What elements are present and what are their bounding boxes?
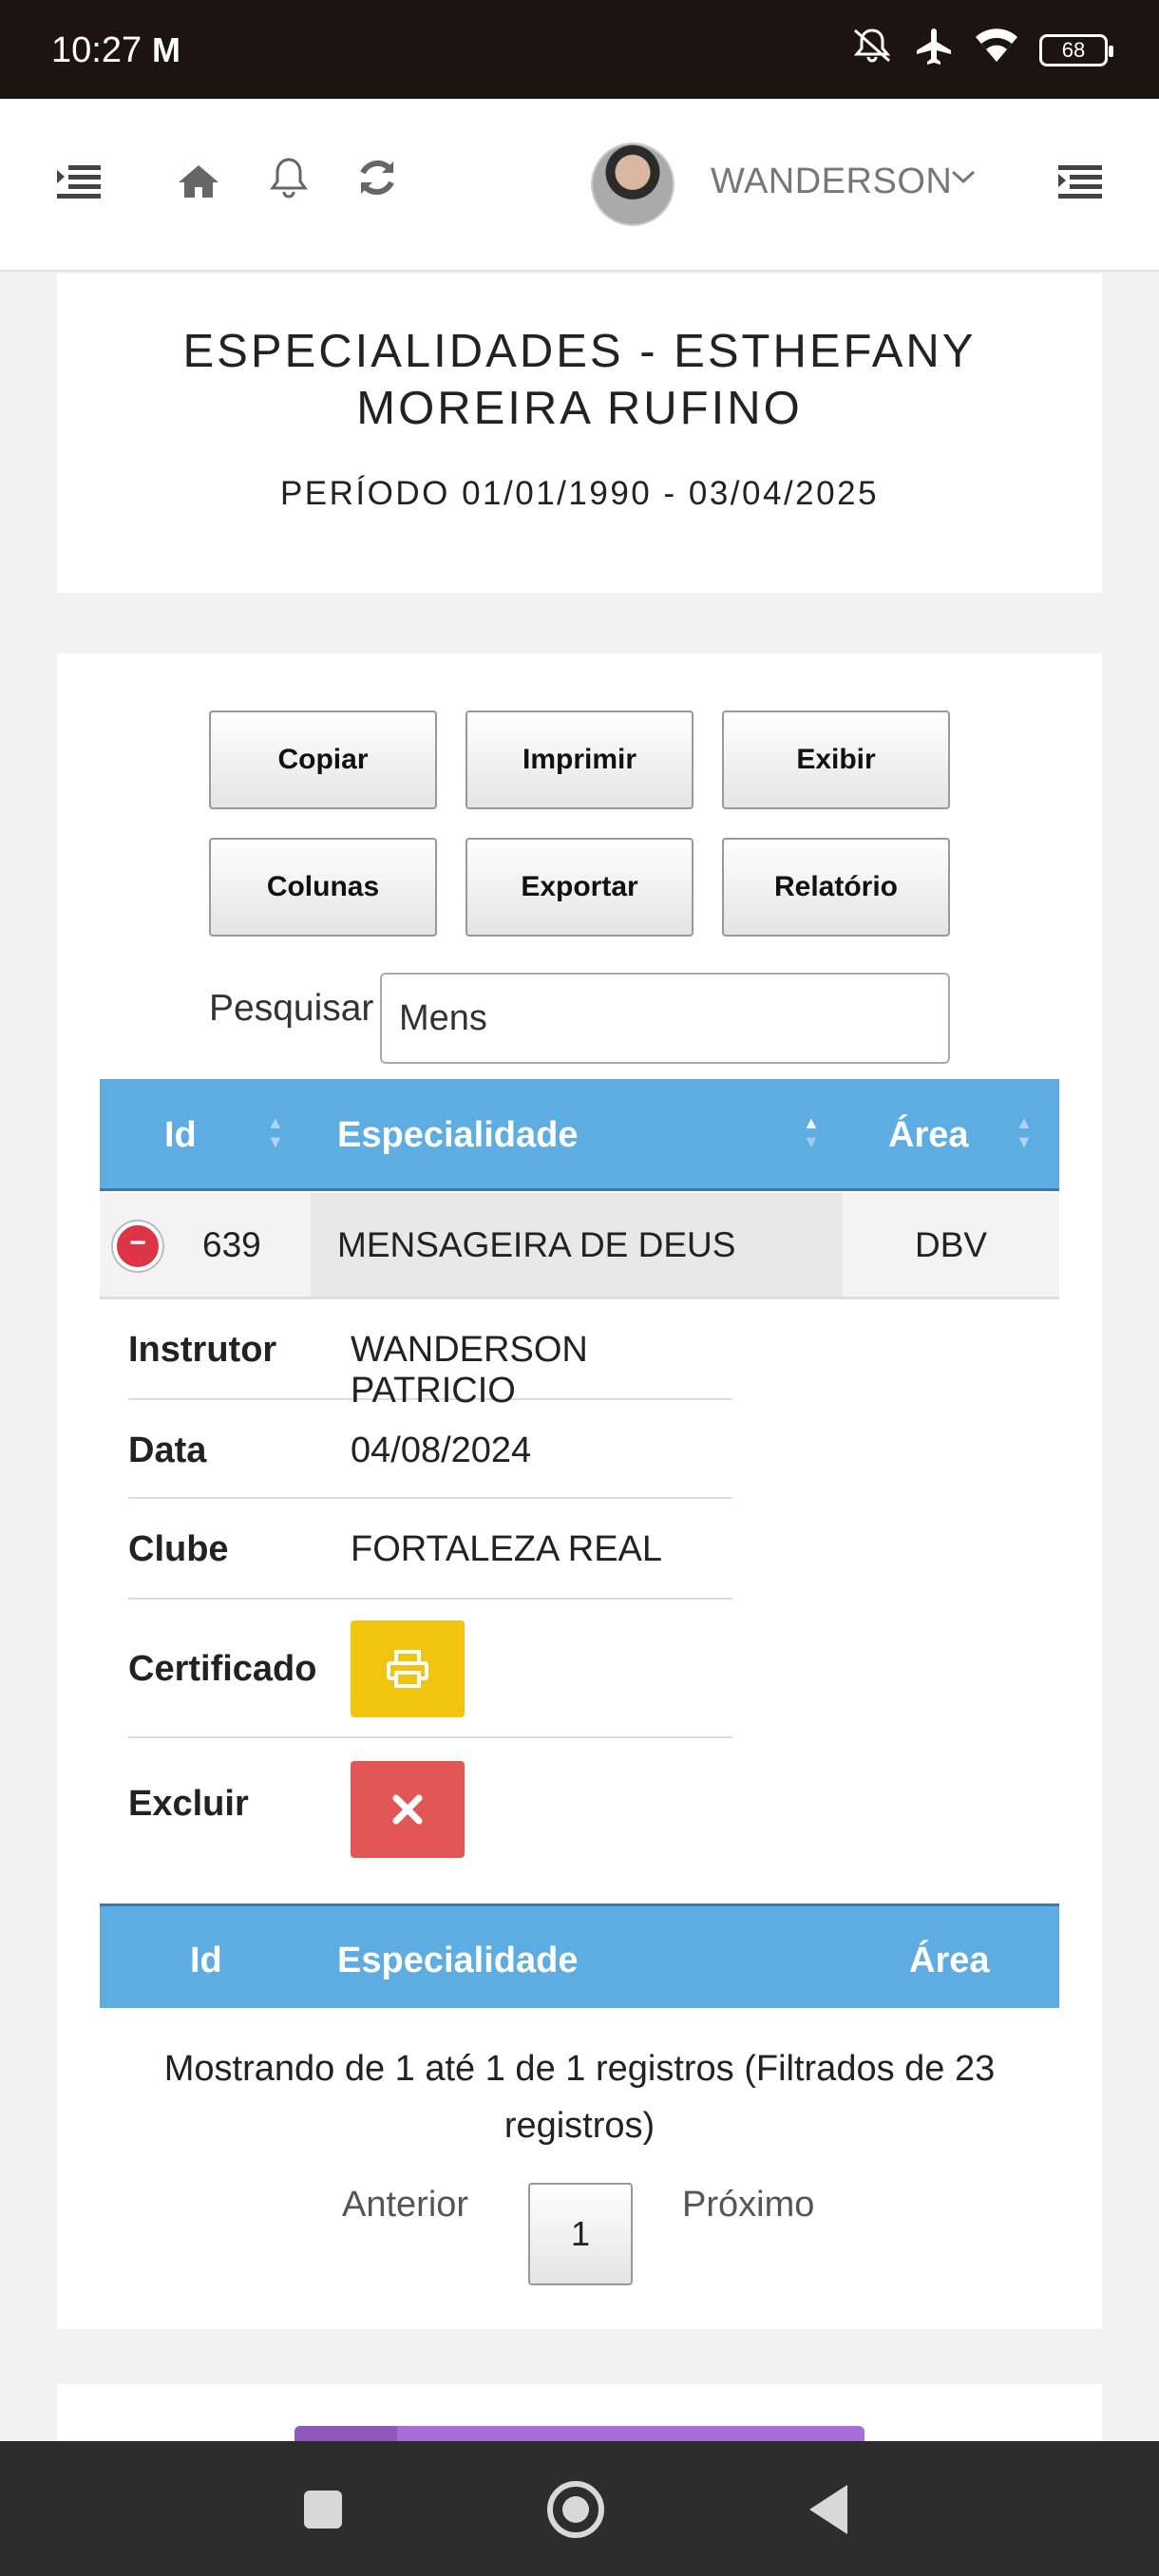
detail-certificado: Certificado xyxy=(128,1600,732,1738)
cell-area: DBV xyxy=(915,1225,988,1264)
detail-label: Instrutor xyxy=(128,1330,277,1370)
cell-especialidade: MENSAGEIRA DE DEUS xyxy=(337,1225,736,1264)
previous-button[interactable]: Anterior xyxy=(342,2185,468,2226)
wifi-icon xyxy=(975,28,1018,73)
search-input[interactable] xyxy=(380,973,950,1064)
avatar[interactable] xyxy=(591,142,674,226)
detail-instrutor: Instrutor WANDERSON PATRICIO xyxy=(128,1299,732,1411)
table-footer: Id Especialidade Área xyxy=(100,1904,1059,2008)
system-navbar xyxy=(0,2441,1159,2576)
top-navbar: WANDERSON xyxy=(0,99,1159,272)
detail-label: Excluir xyxy=(128,1784,249,1824)
column-footer-especialidade: Especialidade xyxy=(337,1941,579,1980)
printer-icon xyxy=(387,1650,428,1688)
chevron-down-icon[interactable] xyxy=(950,161,977,194)
detail-label: Clube xyxy=(128,1529,229,1569)
report-button[interactable]: Relatório xyxy=(722,838,950,937)
status-bar: 10:27 M 68 xyxy=(0,0,1159,99)
export-button[interactable]: Exportar xyxy=(466,838,694,937)
column-header-area[interactable]: Área xyxy=(888,1115,969,1156)
print-certificate-button[interactable] xyxy=(351,1620,465,1717)
search-label: Pesquisar xyxy=(209,988,374,1029)
sort-icon[interactable]: ▲ ▼ xyxy=(803,1113,820,1151)
menu-right-icon[interactable] xyxy=(1058,156,1102,213)
next-button[interactable]: Próximo xyxy=(682,2185,814,2226)
close-icon xyxy=(392,1794,423,1825)
username[interactable]: WANDERSON xyxy=(711,161,952,202)
table-card: Copiar Imprimir Exibir Colunas Exportar … xyxy=(57,653,1102,2329)
copy-button[interactable]: Copiar xyxy=(209,710,437,809)
cell-id: 639 xyxy=(202,1225,261,1264)
carrier-icon: M xyxy=(152,30,180,69)
detail-label: Data xyxy=(128,1430,207,1470)
detail-clube: Clube FORTALEZA REAL xyxy=(128,1499,732,1600)
home-icon[interactable] xyxy=(177,156,220,213)
status-icons: 68 xyxy=(851,27,1113,74)
column-footer-area: Área xyxy=(909,1941,990,1980)
print-button[interactable]: Imprimir xyxy=(466,710,694,809)
table-row[interactable]: − 639 MENSAGEIRA DE DEUS DBV xyxy=(100,1193,1059,1299)
column-header-especialidade[interactable]: Especialidade xyxy=(337,1115,578,1156)
sort-icon[interactable]: ▲ ▼ xyxy=(267,1113,284,1151)
page-1-button[interactable]: 1 xyxy=(528,2183,633,2285)
sort-icon[interactable]: ▲ ▼ xyxy=(1016,1113,1033,1151)
bell-icon[interactable] xyxy=(268,156,310,213)
detail-data: Data 04/08/2024 xyxy=(128,1400,732,1499)
header-card: ESPECIALIDADES - ESTHEFANY MOREIRA RUFIN… xyxy=(57,274,1102,593)
menu-left-icon[interactable] xyxy=(57,156,101,213)
home-button-icon[interactable] xyxy=(547,2481,604,2538)
mute-icon xyxy=(851,27,893,74)
page-title: ESPECIALIDADES - ESTHEFANY MOREIRA RUFIN… xyxy=(182,326,977,434)
airplane-icon xyxy=(914,27,954,74)
collapse-row-icon[interactable]: − xyxy=(113,1222,162,1271)
columns-button[interactable]: Colunas xyxy=(209,838,437,937)
clock: 10:27 xyxy=(51,30,142,70)
delete-button[interactable] xyxy=(351,1761,465,1858)
period-text: PERÍODO 01/01/1990 - 03/04/2025 xyxy=(279,475,880,512)
refresh-icon[interactable] xyxy=(355,156,399,213)
detail-value: 04/08/2024 xyxy=(351,1430,532,1470)
show-button[interactable]: Exibir xyxy=(722,710,950,809)
column-footer-id: Id xyxy=(190,1941,222,1980)
detail-value: FORTALEZA REAL xyxy=(351,1529,663,1569)
table-header: Id ▲ ▼ Especialidade ▲ ▼ Área ▲ ▼ xyxy=(100,1079,1059,1191)
table-info: Mostrando de 1 até 1 de 1 registros (Fil… xyxy=(163,2049,996,2146)
back-icon[interactable] xyxy=(809,2485,847,2534)
recents-icon[interactable] xyxy=(304,2491,342,2529)
battery-icon: 68 xyxy=(1039,34,1113,66)
detail-excluir: Excluir xyxy=(128,1738,732,1881)
column-header-id[interactable]: Id xyxy=(164,1115,197,1156)
detail-label: Certificado xyxy=(128,1649,317,1689)
